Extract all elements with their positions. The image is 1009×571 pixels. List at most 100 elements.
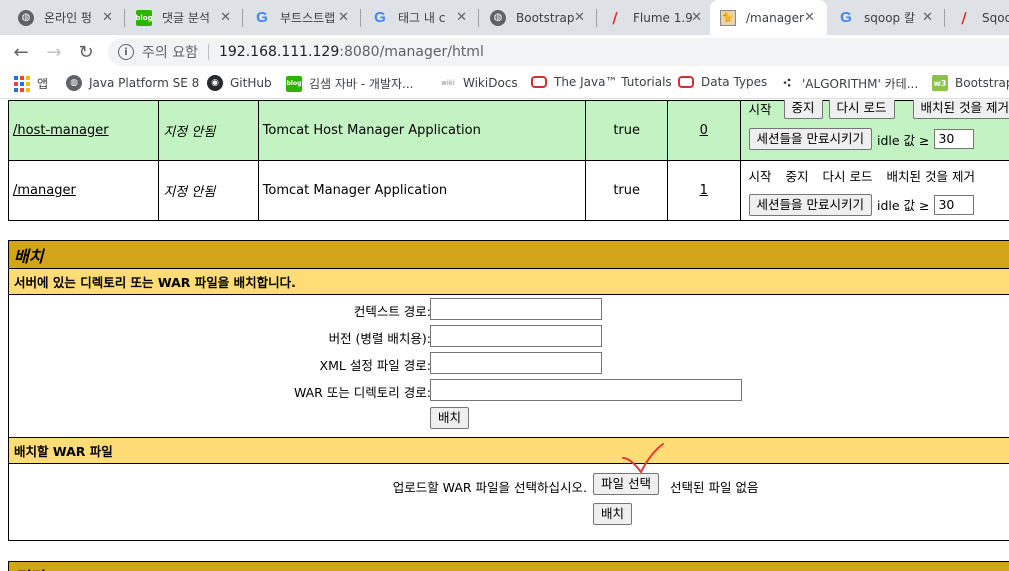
running-cell: true bbox=[585, 100, 669, 161]
address-bar[interactable]: i 주의 요함 192.168.111.129:8080/manager/htm… bbox=[108, 38, 1009, 66]
page-content: /host-manager 지정 안됨 Tomcat Host Manager … bbox=[0, 100, 1009, 571]
idle-label: idle 값 ≥ bbox=[876, 132, 930, 148]
globe-icon: ◍ bbox=[18, 9, 34, 26]
forward-arrow-icon[interactable]: → bbox=[43, 41, 65, 63]
idle-input[interactable]: 30 bbox=[934, 194, 975, 215]
war-dir-input[interactable] bbox=[430, 379, 742, 401]
version-label: 버전 (병렬 배치용): bbox=[328, 331, 431, 346]
bookmark-label: WikiDocs bbox=[463, 76, 518, 90]
close-tab-icon[interactable]: ✕ bbox=[691, 10, 702, 25]
display-name-cell: Tomcat Manager Application bbox=[257, 160, 587, 221]
context-path-input[interactable] bbox=[430, 298, 602, 320]
running-cell: true bbox=[585, 160, 669, 221]
war-upload-form: 업로드할 WAR 파일을 선택하십시오. 파일 선택 선택된 파일 없음 배치 bbox=[9, 443, 1009, 539]
browser-tab[interactable]: G 부트스트랩 ✕ bbox=[244, 0, 361, 35]
sessions-link[interactable]: 0 bbox=[700, 123, 708, 138]
stop-command: 중지 bbox=[785, 168, 809, 184]
version-cell: 지정 안됨 bbox=[158, 100, 259, 161]
close-tab-icon[interactable]: ✕ bbox=[220, 10, 231, 25]
deploy-button[interactable]: 배치 bbox=[430, 407, 470, 429]
browser-tab[interactable]: ◍ 온라인 펑 ✕ bbox=[8, 0, 125, 35]
upload-deploy-button[interactable]: 배치 bbox=[593, 503, 633, 525]
browser-tab[interactable]: G sqoop 칼 ✕ bbox=[828, 0, 945, 35]
start-command: 시작 bbox=[748, 168, 772, 184]
version-cell: 지정 안됨 bbox=[158, 160, 259, 221]
browser-tab[interactable]: blog 댓글 분석 ✕ bbox=[126, 0, 243, 35]
close-tab-icon[interactable]: ✕ bbox=[922, 10, 933, 25]
commands-cell: 시작 중지 다시 로드 배치된 것을 제거 세션들을 만료시키기 idle 값 … bbox=[739, 160, 1009, 221]
server-deploy-form: 컨텍스트 경로: 버전 (병렬 배치용): XML 설정 파일 경로: WAR … bbox=[9, 295, 1009, 438]
context-path-link[interactable]: /host-manager bbox=[13, 123, 109, 138]
apps-grid-icon bbox=[14, 75, 30, 92]
context-path-label: 컨텍스트 경로: bbox=[353, 304, 431, 319]
close-tab-icon[interactable]: ✕ bbox=[102, 10, 113, 25]
browser-tab[interactable]: ∕ Flume 1.9 ✕ bbox=[597, 0, 714, 35]
globe-icon: ◍ bbox=[66, 75, 82, 91]
sessions-link[interactable]: 1 bbox=[700, 183, 708, 198]
bookmark-label: 김샘 자바 - 개발자... bbox=[309, 77, 414, 91]
undeploy-button[interactable]: 배치된 것을 제거 bbox=[912, 100, 1009, 119]
war-dir-label: WAR 또는 디렉토리 경로: bbox=[293, 385, 431, 400]
security-status[interactable]: 주의 요함 bbox=[142, 42, 198, 62]
browser-tab[interactable]: G 태그 내 c ✕ bbox=[362, 0, 479, 35]
diagnostics-panel: 진단 bbox=[8, 561, 1009, 571]
commands-cell: 시작 중지 다시 로드 배치된 것을 제거 세션들을 만료시키기 idle 값 … bbox=[739, 100, 1009, 161]
bookmark-label: 'ALGORITHM' 카테... bbox=[802, 77, 919, 91]
deploy-panel: 배치 서버에 있는 디렉토리 또는 WAR 파일을 배치합니다. 컨텍스트 경로… bbox=[8, 240, 1009, 541]
google-icon: G bbox=[374, 9, 386, 26]
bookmark-item[interactable]: wiki WikiDocs bbox=[440, 75, 518, 91]
idle-input[interactable]: 30 bbox=[934, 129, 975, 149]
oracle-icon bbox=[531, 76, 547, 88]
bookmark-apps[interactable]: 앱 bbox=[14, 75, 48, 92]
version-input[interactable] bbox=[430, 325, 602, 347]
expire-sessions-button[interactable]: 세션들을 만료시키기 bbox=[748, 128, 872, 150]
bookmark-label: GitHub bbox=[230, 76, 272, 90]
bookmark-item[interactable]: ◉ GitHub bbox=[207, 75, 272, 91]
globe-icon: ◍ bbox=[490, 9, 506, 26]
close-tab-icon[interactable]: ✕ bbox=[574, 10, 585, 25]
blog-icon: blog bbox=[286, 75, 302, 92]
quill-icon: ∕ bbox=[961, 8, 967, 27]
blog-icon: blog bbox=[135, 9, 153, 26]
browser-tab-active[interactable]: 🐈 /manager ✕ bbox=[710, 0, 827, 35]
bookmarks-bar: 앱 ◍ Java Platform SE 8 ◉ GitHub blog 김샘 … bbox=[0, 69, 1009, 99]
back-arrow-icon[interactable]: ← bbox=[10, 41, 32, 63]
tab-title: Sqoop bbox=[982, 10, 1009, 25]
bookmark-item[interactable]: blog 김샘 자바 - 개발자... bbox=[286, 75, 414, 92]
bookmark-item[interactable]: ⁖ 'ALGORITHM' 카테... bbox=[779, 75, 918, 92]
close-tab-icon[interactable]: ✕ bbox=[338, 10, 349, 25]
reload-button[interactable]: 다시 로드 bbox=[828, 100, 895, 119]
xml-config-label: XML 설정 파일 경로: bbox=[319, 358, 431, 373]
quill-icon: ∕ bbox=[612, 8, 618, 27]
close-tab-icon[interactable]: ✕ bbox=[804, 10, 815, 25]
bookmark-item[interactable]: ◍ Java Platform SE 8 bbox=[66, 75, 199, 91]
bookmark-item[interactable]: Data Types bbox=[678, 75, 767, 89]
context-path-cell: /host-manager bbox=[7, 100, 160, 161]
close-tab-icon[interactable]: ✕ bbox=[456, 10, 467, 25]
undeploy-command: 배치된 것을 제거 bbox=[886, 168, 975, 184]
table-row: /host-manager 지정 안됨 Tomcat Host Manager … bbox=[7, 100, 1009, 161]
w3-icon: w3 bbox=[932, 75, 948, 91]
deploy-section-title: 배치 bbox=[9, 241, 1009, 269]
context-path-link[interactable]: /manager bbox=[13, 183, 76, 198]
expire-sessions-button[interactable]: 세션들을 만료시키기 bbox=[748, 193, 872, 216]
browser-tab[interactable]: ∕ Sqoop bbox=[946, 0, 1009, 35]
idle-label: idle 값 ≥ bbox=[876, 198, 930, 213]
table-row: /manager 지정 안됨 Tomcat Manager Applicatio… bbox=[7, 160, 1009, 221]
bookmark-label: Bootstrap bbox=[955, 76, 1009, 90]
xml-config-input[interactable] bbox=[430, 352, 602, 374]
info-icon[interactable]: i bbox=[118, 44, 134, 60]
reload-icon[interactable]: ↻ bbox=[75, 41, 97, 63]
checkmark-annotation-icon bbox=[622, 443, 664, 474]
url-host: 192.168.111.129 bbox=[218, 44, 340, 60]
bookmark-label: 앱 bbox=[37, 77, 49, 91]
start-command[interactable]: 시작 bbox=[749, 100, 772, 118]
bookmark-item[interactable]: w3 Bootstrap bbox=[932, 75, 1009, 91]
browser-tab[interactable]: ◍ Bootstrap ✕ bbox=[480, 0, 597, 35]
oracle-icon bbox=[678, 76, 694, 88]
bookmark-label: Java Platform SE 8 bbox=[89, 76, 200, 90]
bookmark-item[interactable]: The Java™ Tutorials bbox=[531, 75, 672, 89]
no-file-text: 선택된 파일 없음 bbox=[670, 480, 759, 495]
stop-button[interactable]: 중지 bbox=[783, 100, 823, 119]
context-path-cell: /manager bbox=[7, 160, 160, 221]
